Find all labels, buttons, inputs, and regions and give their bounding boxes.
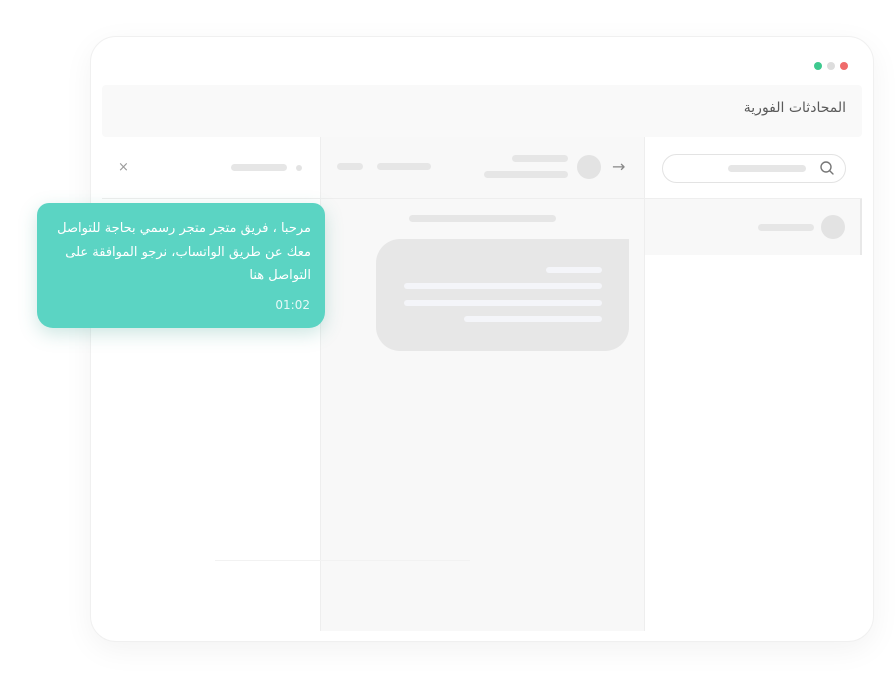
date-separator-placeholder bbox=[409, 215, 556, 222]
arrow-right-icon[interactable]: → bbox=[612, 157, 625, 176]
chat-action-placeholder-1 bbox=[337, 163, 363, 170]
window-dot-green[interactable] bbox=[814, 62, 822, 70]
close-icon[interactable]: × bbox=[118, 160, 129, 175]
notification-time: 01:02 bbox=[275, 298, 310, 312]
conversation-avatar bbox=[821, 215, 845, 239]
info-header-divider bbox=[102, 198, 320, 199]
whatsapp-notification-card[interactable]: مرحبا ، فريق متجر متجر رسمي بحاجة للتواص… bbox=[37, 203, 325, 328]
window-dot-gray[interactable] bbox=[827, 62, 835, 70]
info-title-placeholder bbox=[231, 164, 287, 171]
message-line-placeholder bbox=[464, 316, 602, 322]
contact-status-placeholder bbox=[484, 171, 568, 178]
conversation-name-placeholder bbox=[758, 224, 814, 231]
search-icon[interactable] bbox=[819, 160, 835, 176]
window-controls bbox=[814, 62, 848, 70]
contact-name-placeholder bbox=[512, 155, 568, 162]
page-title: المحادثات الفورية bbox=[743, 100, 846, 116]
message-line-placeholder bbox=[404, 300, 602, 306]
message-line-placeholder bbox=[546, 267, 602, 273]
chat-header-divider bbox=[320, 198, 645, 199]
contact-avatar[interactable] bbox=[577, 155, 601, 179]
status-dot bbox=[296, 165, 302, 171]
chat-pane bbox=[320, 137, 645, 631]
chat-action-placeholder-2 bbox=[377, 163, 431, 170]
search-placeholder bbox=[728, 165, 806, 172]
faint-divider bbox=[215, 560, 470, 561]
message-line-placeholder bbox=[404, 283, 602, 289]
message-bubble bbox=[376, 239, 629, 351]
window-dot-red[interactable] bbox=[840, 62, 848, 70]
notification-message: مرحبا ، فريق متجر متجر رسمي بحاجة للتواص… bbox=[57, 221, 311, 283]
conversation-list-item[interactable] bbox=[645, 199, 862, 255]
